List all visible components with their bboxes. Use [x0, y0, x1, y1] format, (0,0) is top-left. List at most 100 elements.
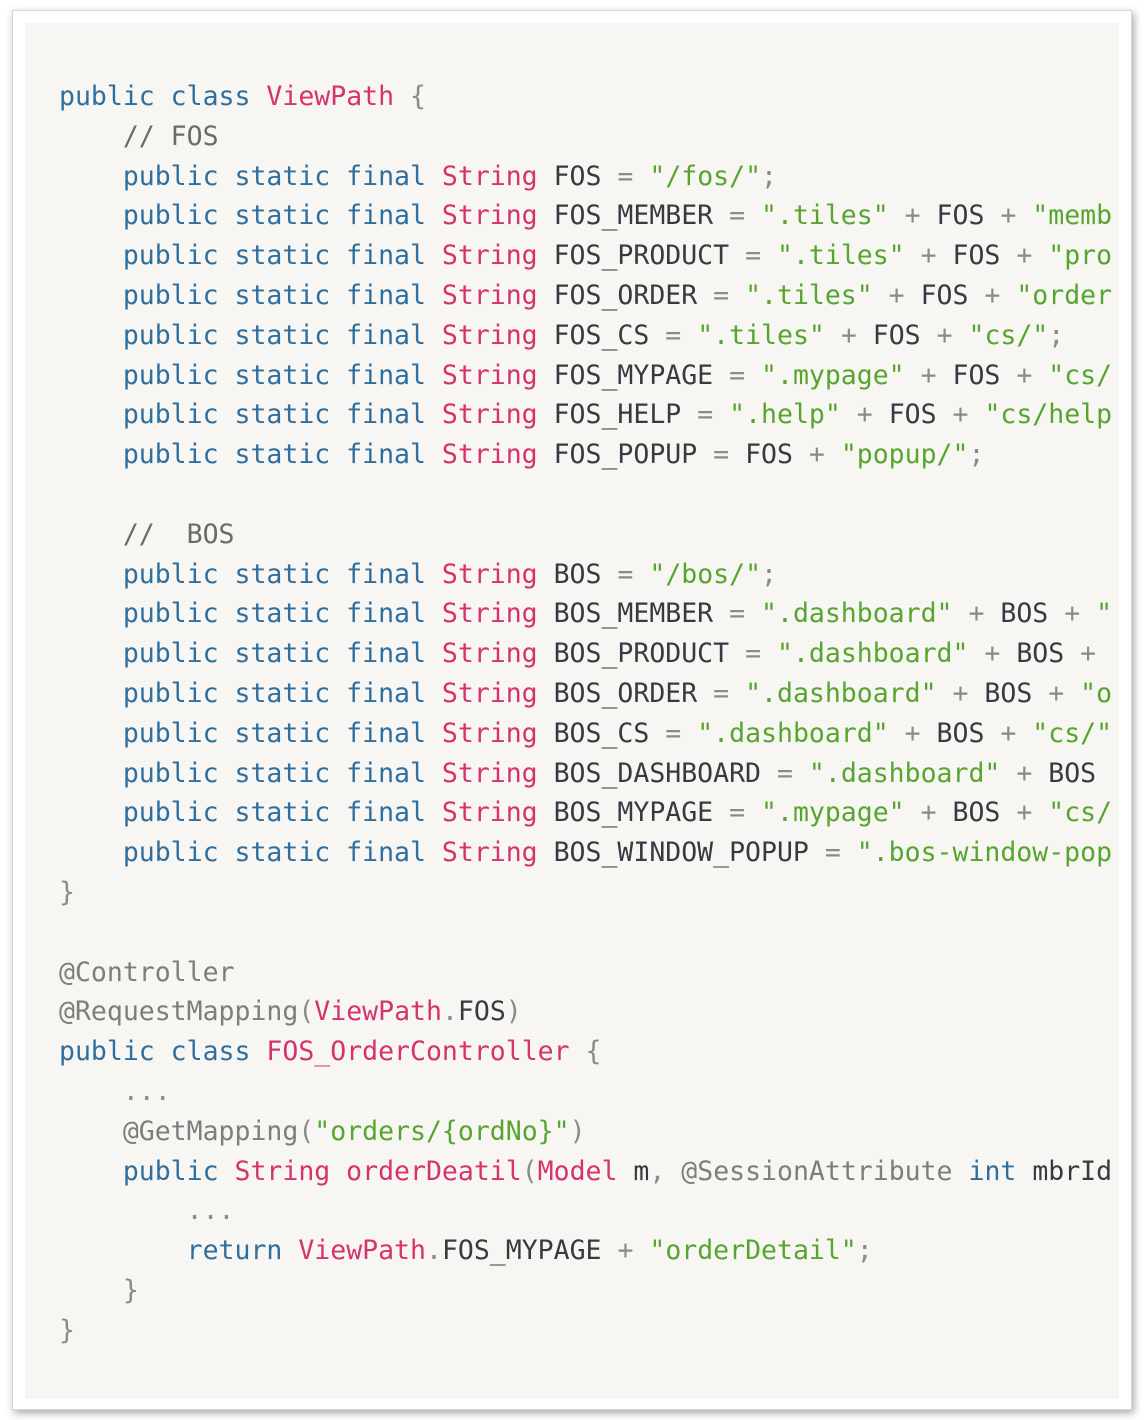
code-token: public static final	[59, 638, 442, 670]
code-token: +	[968, 638, 1017, 670]
code-token: +	[936, 677, 985, 709]
code-token: "cs/"	[1032, 717, 1113, 749]
code-line: public static final String BOS_DASHBOARD…	[59, 754, 1119, 794]
code-token: // BOS	[59, 518, 235, 550]
code-token: =	[745, 638, 762, 670]
code-token: ".mypage"	[761, 797, 905, 829]
code-token: =	[824, 837, 841, 869]
code-token: ViewPath	[266, 81, 395, 112]
code-line: public String orderDeatil(Model m, @Sess…	[59, 1152, 1119, 1192]
code-token: String	[441, 837, 538, 869]
code-token: +	[984, 717, 1033, 749]
code-token: FOS_MEMBER	[537, 200, 730, 232]
code-token: +	[968, 279, 1017, 311]
code-token: public static final	[59, 319, 442, 351]
code-line: public static final String FOS_POPUP = F…	[59, 435, 1119, 475]
code-token: BOS_PRODUCT	[537, 638, 746, 670]
code-token: public static final	[59, 797, 442, 829]
code-token: BOS_DASHBOARD	[537, 757, 777, 789]
code-token: =	[617, 558, 634, 590]
code-token: "memb	[1032, 200, 1113, 232]
code-token: )	[569, 1115, 586, 1147]
code-token: ".dashboard"	[808, 757, 1001, 789]
code-token: (	[298, 1115, 315, 1147]
code-token: FOS	[457, 996, 506, 1028]
code-token: +	[904, 797, 953, 829]
code-token: BOS	[936, 717, 985, 749]
code-token: =	[697, 399, 714, 431]
code-token: public static final	[59, 598, 442, 630]
code-token: (	[298, 996, 315, 1028]
code-token: FOS	[920, 279, 969, 311]
code-token: FOS	[952, 240, 1001, 272]
code-token: @Controller	[59, 956, 235, 988]
code-token: +	[601, 1235, 650, 1267]
code-token: String	[441, 240, 538, 272]
code-token: String	[441, 439, 538, 471]
code-line: public class FOS_OrderController {	[59, 1032, 1119, 1072]
code-token: "pro	[1048, 240, 1113, 272]
code-token: .	[425, 1235, 442, 1267]
code-token: FOS_HELP	[537, 399, 698, 431]
code-token: +	[920, 319, 969, 351]
code-token: BOS_MYPAGE	[537, 797, 730, 829]
code-token: }	[59, 1274, 139, 1306]
code-token: String	[441, 598, 538, 630]
code-token: ".dashboard"	[777, 638, 969, 670]
code-token: public static final	[59, 240, 442, 272]
code-token: String	[441, 279, 538, 311]
code-token: =	[713, 677, 730, 709]
code-token: String orderDeatil	[234, 1155, 522, 1187]
code-token: BOS	[537, 558, 618, 590]
code-token: Model	[537, 1155, 618, 1187]
code-token: public static final	[59, 837, 442, 869]
code-token: m	[617, 1155, 650, 1187]
code-token: =	[617, 160, 634, 192]
code-line: public static final String BOS_ORDER = "…	[59, 674, 1119, 714]
code-token: =	[665, 717, 682, 749]
code-token: ".dashboard"	[697, 717, 889, 749]
code-line: public static final String FOS_ORDER = "…	[59, 276, 1119, 316]
code-line: // FOS	[59, 117, 1119, 157]
code-token: +	[1000, 240, 1049, 272]
code-token: ".dashboard"	[745, 677, 937, 709]
code-token: FOS_OrderController	[266, 1036, 570, 1068]
code-token: ;	[1048, 319, 1065, 351]
code-token: ,	[649, 1155, 682, 1187]
code-token: ".dashboard"	[761, 598, 953, 630]
code-line: public static final String FOS_MYPAGE = …	[59, 356, 1119, 396]
code-token: ;	[761, 160, 778, 192]
code-line: @GetMapping("orders/{ordNo}")	[59, 1112, 1119, 1152]
code-token: (	[521, 1155, 538, 1187]
code-token: public	[59, 1155, 235, 1187]
code-token: ;	[968, 439, 985, 471]
code-token: }	[59, 1314, 75, 1346]
code-line: }	[59, 1311, 1119, 1351]
code-token: =	[665, 319, 682, 351]
code-token: String	[441, 160, 538, 192]
code-token: mbrId	[1016, 1155, 1113, 1187]
code-token: "order	[1016, 279, 1113, 311]
code-token: String	[441, 757, 538, 789]
code-token: "orders/{ordNo}"	[314, 1115, 570, 1147]
code-token: ".tiles"	[777, 240, 905, 272]
code-token: ...	[59, 1195, 235, 1227]
code-token: +	[904, 359, 953, 391]
code-token: BOS	[1016, 638, 1065, 670]
code-line: public class ViewPath {	[59, 77, 1119, 117]
code-token: FOS	[952, 359, 1001, 391]
code-token: BOS	[984, 677, 1033, 709]
code-token: @SessionAttribute	[681, 1155, 953, 1187]
code-token: String	[441, 319, 538, 351]
code-token: ;	[856, 1235, 873, 1267]
code-line: public static final String BOS_WINDOW_PO…	[59, 833, 1119, 873]
